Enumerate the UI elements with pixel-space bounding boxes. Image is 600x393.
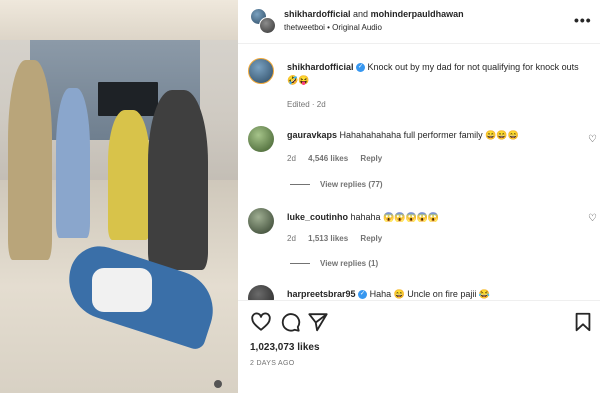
heart-icon[interactable]: ♡	[588, 134, 597, 145]
comment-text: Hahahahahaha full performer family 😄😄😄	[339, 130, 519, 140]
comment-icon[interactable]	[279, 311, 301, 333]
avatar[interactable]	[248, 208, 274, 234]
comment-meta: 2d 1,513 likes Reply	[287, 234, 392, 243]
video-person	[148, 90, 208, 270]
comment-username[interactable]: gauravkaps	[287, 130, 337, 140]
avatar[interactable]	[259, 17, 276, 34]
post-date: 2 DAYS AGO	[250, 360, 295, 367]
author-link[interactable]: shikhardofficial	[284, 9, 351, 19]
video-control-dot[interactable]	[214, 380, 222, 388]
more-options-icon[interactable]: •••	[574, 12, 592, 28]
comment-body: gauravkaps Hahahahahaha full performer f…	[287, 129, 587, 142]
comment-text: hahaha 😱😱😱😱😱	[350, 212, 440, 222]
caption-username[interactable]: shikhardofficial	[287, 62, 354, 72]
avatar[interactable]	[248, 126, 274, 152]
heart-icon[interactable]: ♡	[588, 213, 597, 224]
video-person	[8, 60, 52, 260]
comment-body: luke_coutinho hahaha 😱😱😱😱😱	[287, 211, 587, 224]
comment-username[interactable]: harpreetsbrar95	[287, 289, 356, 299]
comment-likes[interactable]: 1,513 likes	[308, 234, 348, 243]
author-avatars[interactable]	[250, 8, 276, 34]
heart-icon[interactable]	[250, 311, 272, 333]
comment-age: 2d	[287, 154, 296, 163]
share-icon[interactable]	[307, 311, 329, 333]
comment-age: 2d	[287, 234, 296, 243]
verified-icon: ✓	[358, 290, 368, 300]
post-authors: shikhardofficial and mohinderpaul​dhawan	[284, 9, 464, 19]
video-person-shirt	[92, 268, 152, 312]
caption-body: shikhardofficial ✓ Knock out by my dad f…	[287, 61, 587, 87]
verified-icon: ✓	[356, 63, 366, 73]
view-replies-button[interactable]: View replies (77)	[290, 180, 383, 189]
like-count[interactable]: 1,023,073 likes	[250, 342, 320, 353]
video-ceiling	[0, 0, 238, 40]
author-joiner: and	[353, 9, 369, 19]
comment-text: Haha 😄 Uncle on fire pajii 😂	[369, 289, 491, 299]
post-video[interactable]	[0, 0, 238, 393]
video-person	[108, 110, 150, 240]
comment-likes[interactable]: 4,546 likes	[308, 154, 348, 163]
reply-button[interactable]: Reply	[360, 154, 382, 163]
comment-body: harpreetsbrar95 ✓ Haha 😄 Uncle on fire p…	[287, 288, 587, 300]
reply-button[interactable]: Reply	[360, 234, 382, 243]
audio-link[interactable]: thetweetboi • Original Audio	[284, 23, 382, 32]
avatar[interactable]	[248, 58, 274, 84]
collaborator-link[interactable]: mohinderpaul​dhawan	[371, 9, 464, 19]
view-replies-button[interactable]: View replies (1)	[290, 259, 378, 268]
comments-list: shikhardofficial ✓ Knock out by my dad f…	[238, 54, 600, 300]
bookmark-icon[interactable]	[572, 311, 594, 333]
avatar[interactable]	[248, 285, 274, 300]
post-header: shikhardofficial and mohinderpaul​dhawan…	[238, 0, 600, 44]
video-person	[56, 88, 90, 238]
caption-meta: Edited · 2d	[287, 100, 326, 109]
post-detail-panel: shikhardofficial and mohinderpaul​dhawan…	[238, 0, 600, 393]
comment-username[interactable]: luke_coutinho	[287, 212, 348, 222]
post-actions: 1,023,073 likes 2 DAYS AGO	[238, 300, 600, 393]
comment-meta: 2d 4,546 likes Reply	[287, 154, 392, 163]
